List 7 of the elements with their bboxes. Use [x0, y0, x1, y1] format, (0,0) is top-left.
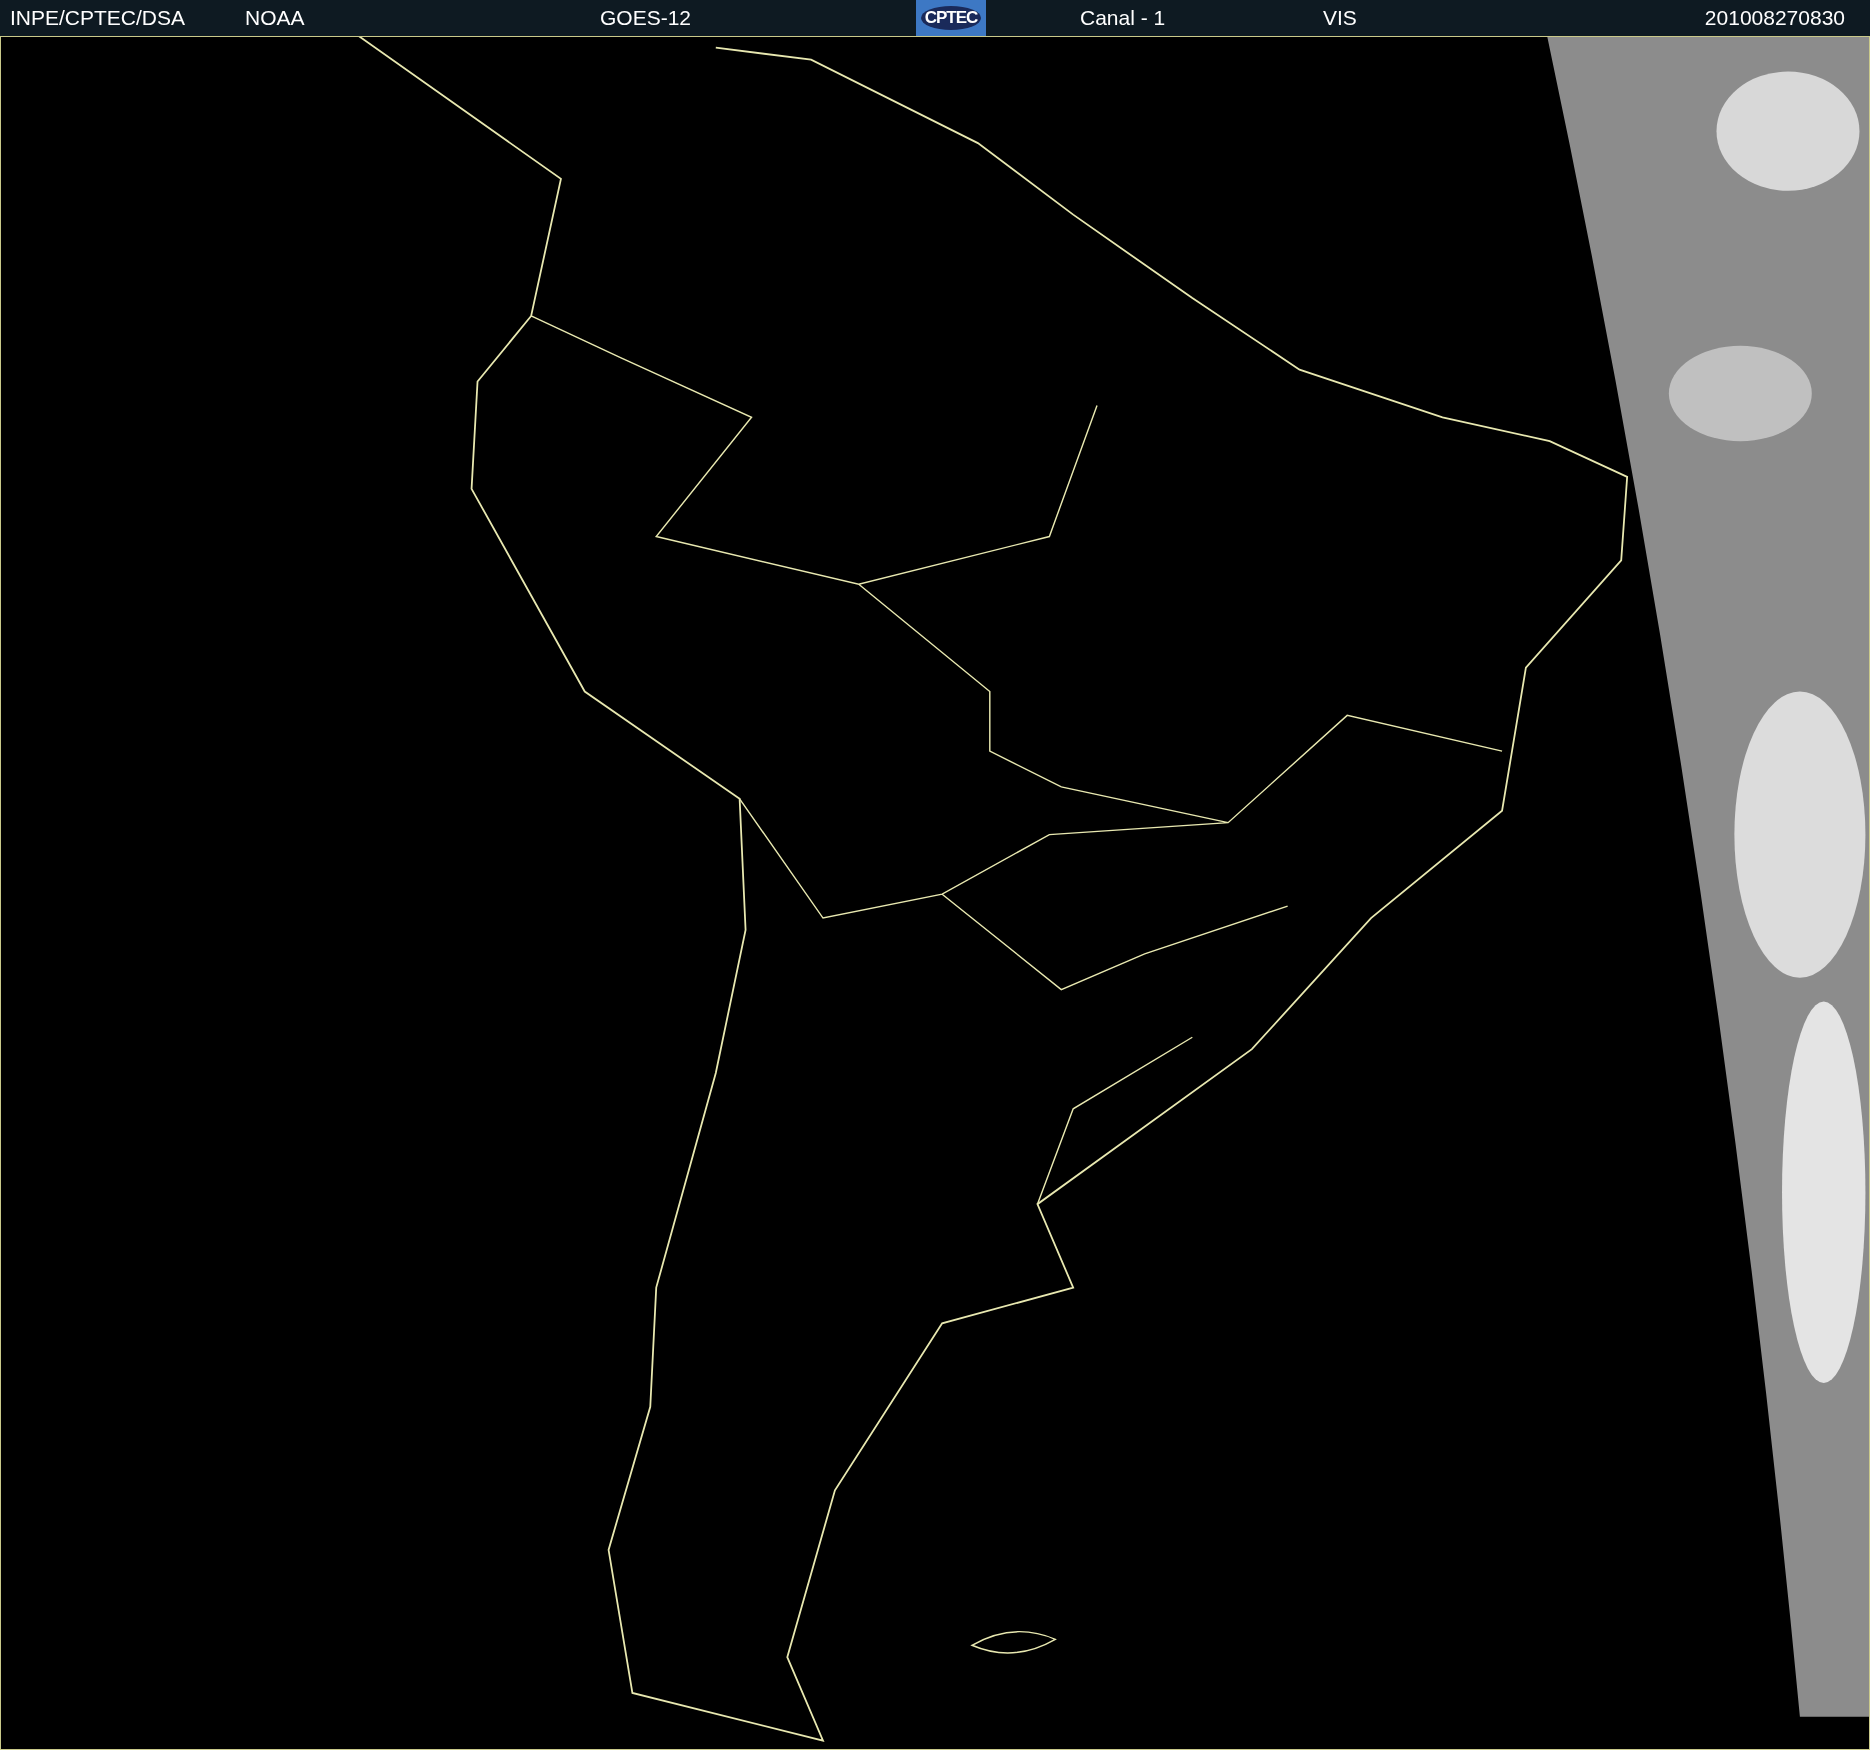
header-label: GOES-12	[600, 6, 692, 30]
logo: CPTEC	[916, 0, 986, 36]
header-label: 201008270830	[1704, 6, 1845, 30]
header-label: INPE/CPTEC/DSA	[10, 6, 186, 30]
header-label: NOAA	[245, 6, 305, 30]
header-label: Canal - 1	[1080, 6, 1166, 30]
header-label: VIS	[1323, 6, 1357, 30]
